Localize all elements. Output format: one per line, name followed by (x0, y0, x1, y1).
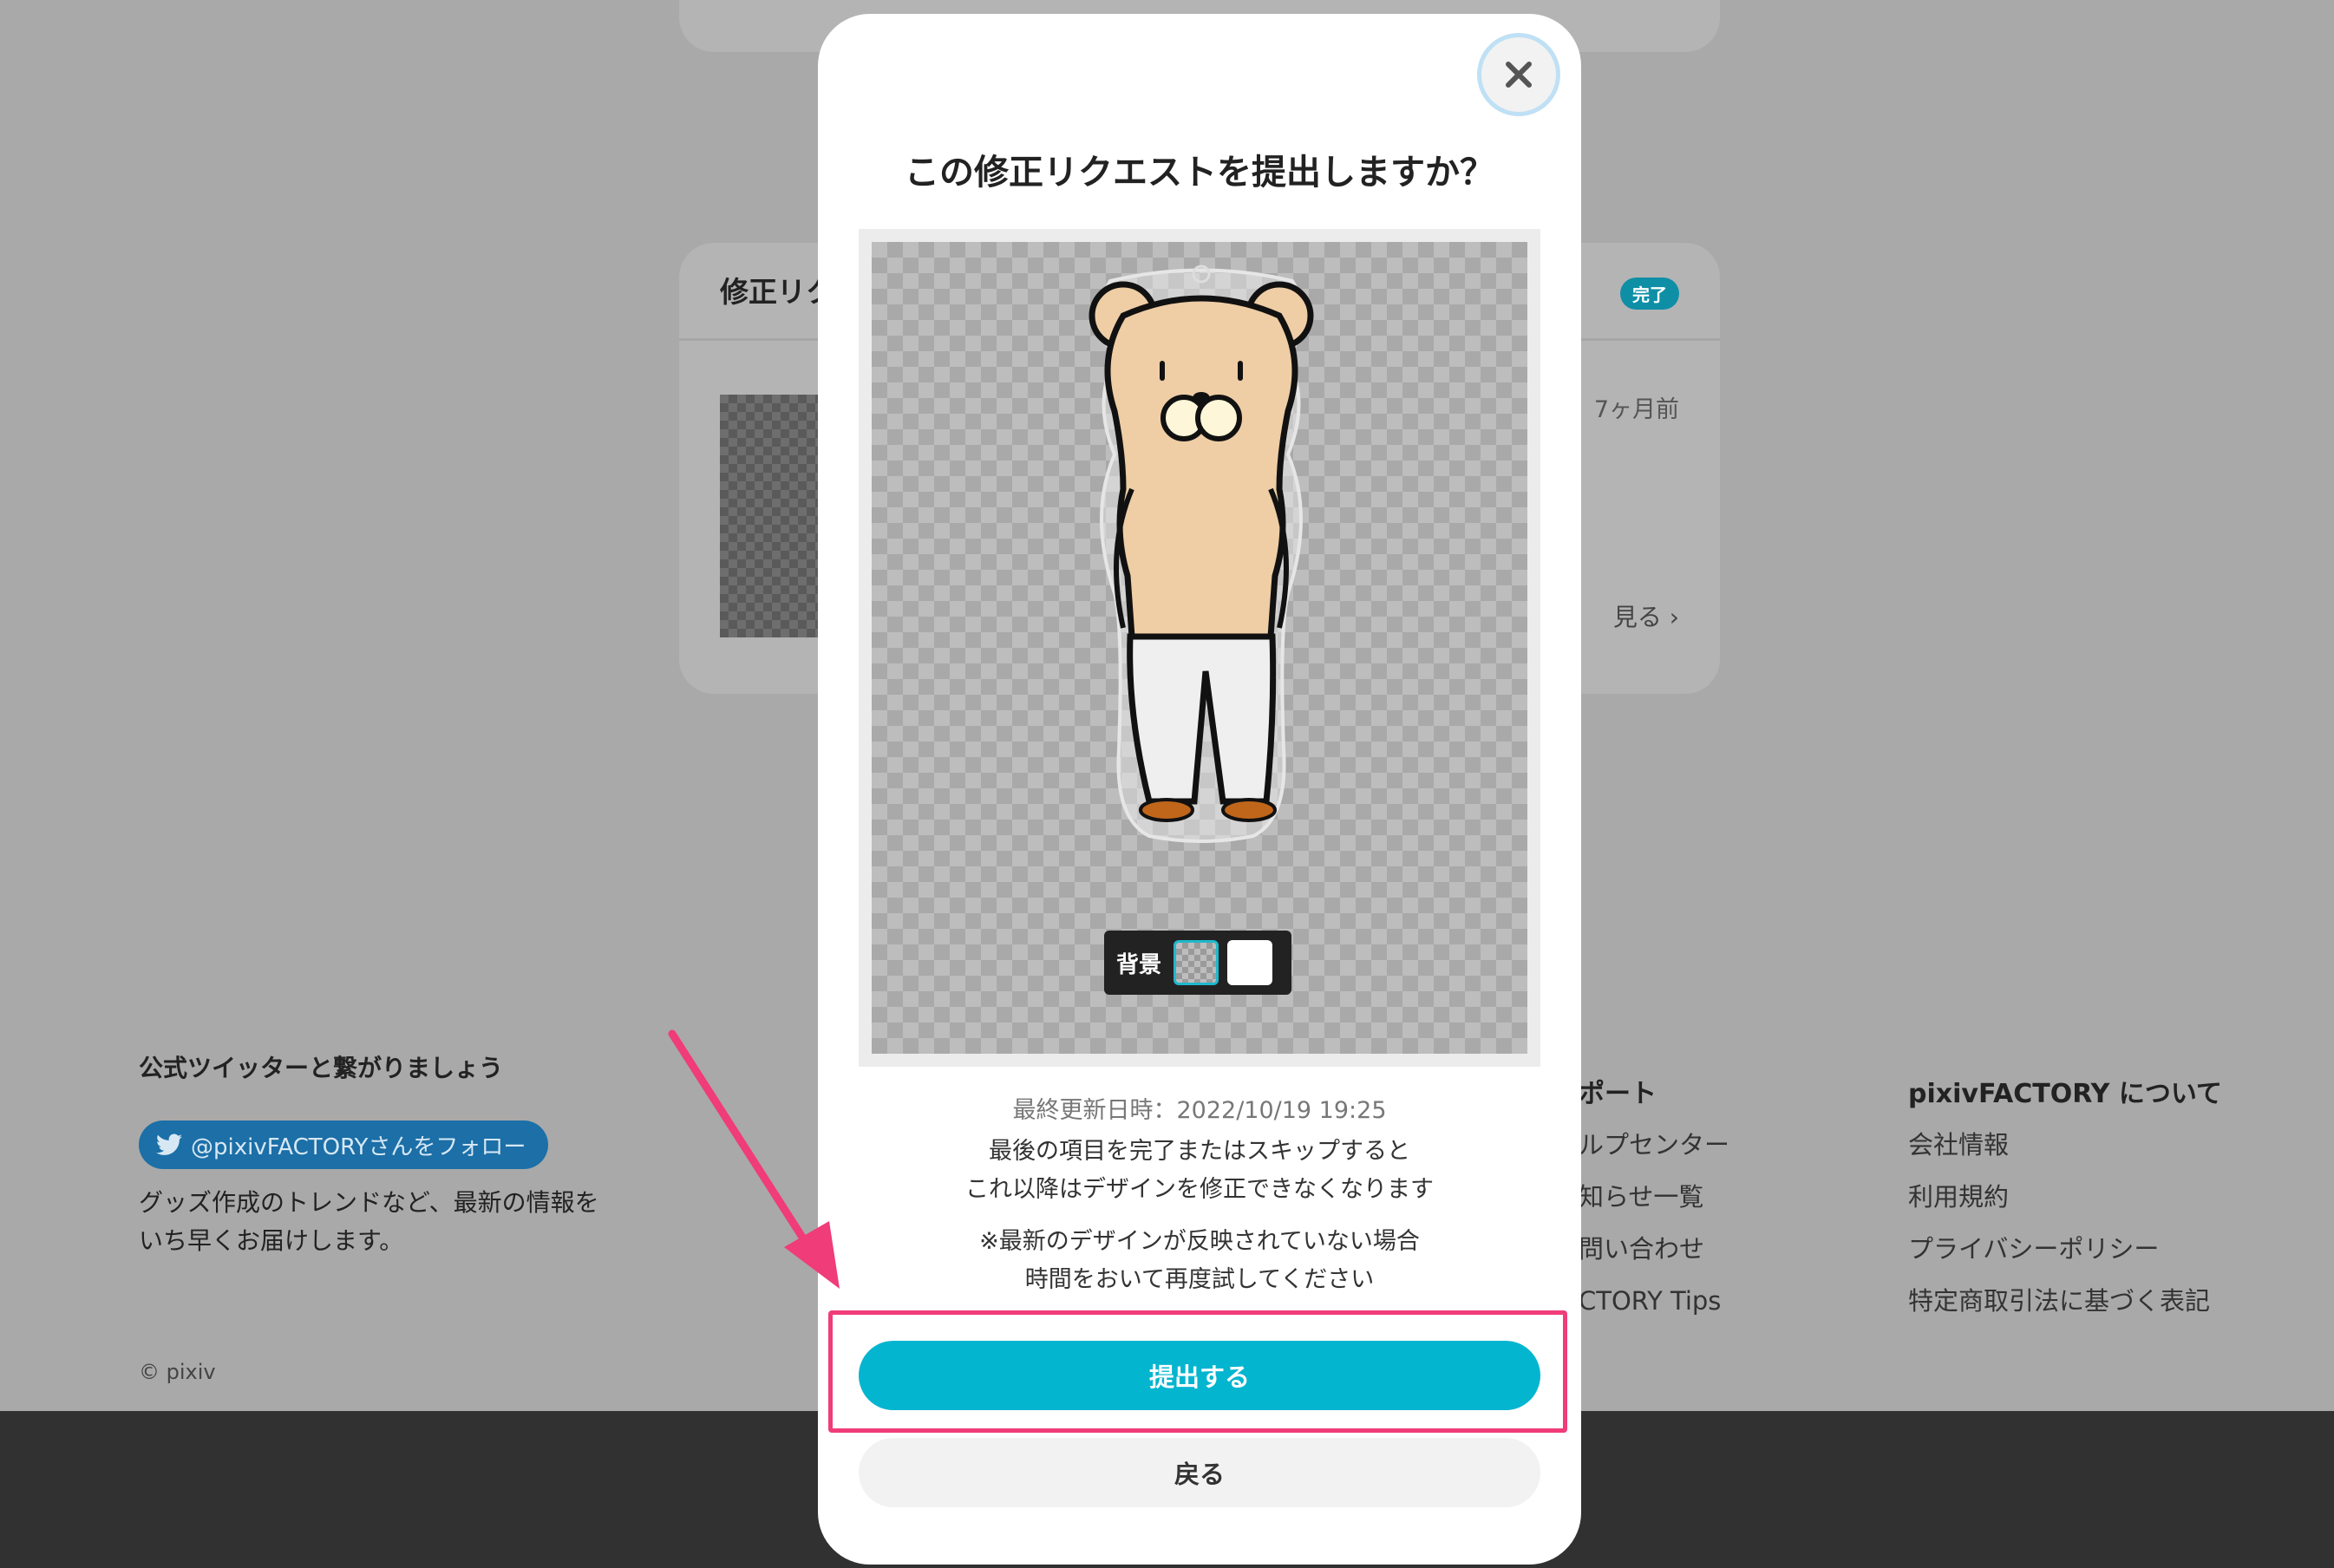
notice-line: ※最新のデザインが反映されていない場合 (979, 1228, 1420, 1255)
twitter-bird-icon (156, 1134, 182, 1155)
footer-description-line: いち早くお届けします。 (139, 1226, 404, 1255)
status-badge: 完了 (1620, 278, 1679, 310)
chevron-right-icon: › (1669, 603, 1679, 631)
twitter-follow-button[interactable]: @pixivFACTORYさんをフォロー (139, 1120, 549, 1169)
footer-link-news[interactable]: 知らせ一覧 (1579, 1171, 1729, 1223)
footer-link-tips[interactable]: CTORY Tips (1579, 1275, 1729, 1327)
modal-title: この修正リクエストを提出しますか？ (905, 153, 1494, 193)
about-links: 会社情報 利用規約 プライバシーポリシー 特定商取引法に基づく表記 (1908, 1119, 2210, 1327)
transparent-background-swatch[interactable] (1174, 940, 1219, 985)
view-more-link[interactable]: 見る › (1613, 598, 1679, 633)
support-links: ルプセンター 知らせ一覧 問い合わせ CTORY Tips (1579, 1119, 1729, 1327)
view-more-label: 見る (1612, 603, 1662, 631)
twitter-follow-label: @pixivFACTORYさんをフォロー (191, 1134, 526, 1160)
support-column-title: ポート (1579, 1079, 1657, 1109)
last-updated: 最終更新日時：2022/10/19 19:25 (1012, 1097, 1387, 1124)
close-icon (1506, 62, 1532, 88)
footer-link-tokushoho[interactable]: 特定商取引法に基づく表記 (1908, 1275, 2210, 1327)
time-ago: 7ヶ月前 (1593, 396, 1679, 423)
notice-lock: 最後の項目を完了またはスキップすると これ以降はデザインを修正できなくなります (818, 1133, 1581, 1209)
notice-retry: ※最新のデザインが反映されていない場合 時間をおいて再度試してください (818, 1223, 1581, 1299)
close-button[interactable] (1477, 33, 1560, 116)
notice-line: 時間をおいて再度試してください (1024, 1266, 1375, 1293)
annotation-highlight-box (828, 1310, 1567, 1433)
back-button[interactable]: 戻る (859, 1438, 1540, 1507)
white-background-swatch[interactable] (1227, 940, 1273, 985)
footer-link-company[interactable]: 会社情報 (1908, 1119, 2210, 1171)
background-toggle-label: 背景 (1116, 951, 1162, 978)
footer-link-help-center[interactable]: ルプセンター (1579, 1119, 1729, 1171)
footer-description: グッズ作成のトレンドなど、最新の情報を いち早くお届けします。 (139, 1184, 599, 1260)
copyright: © pixiv (139, 1360, 216, 1384)
footer-link-terms[interactable]: 利用規約 (1908, 1171, 2210, 1223)
about-column-title: pixivFACTORY について (1908, 1079, 2222, 1109)
notice-line: これ以降はデザインを修正できなくなります (965, 1176, 1434, 1203)
footer-link-contact[interactable]: 問い合わせ (1579, 1223, 1729, 1275)
bear-keychain-image (1089, 265, 1314, 843)
twitter-follow-title: 公式ツイッターと繋がりましょう (139, 1054, 504, 1082)
design-thumbnail (720, 395, 824, 637)
footer-description-line: グッズ作成のトレンドなど、最新の情報を (139, 1188, 599, 1217)
background-toggle: 背景 (1104, 931, 1291, 995)
notice-line: 最後の項目を完了またはスキップすると (989, 1138, 1410, 1165)
footer-link-privacy[interactable]: プライバシーポリシー (1908, 1223, 2210, 1275)
design-preview-frame: 背景 (859, 229, 1540, 1067)
design-preview: 背景 (872, 242, 1527, 1054)
